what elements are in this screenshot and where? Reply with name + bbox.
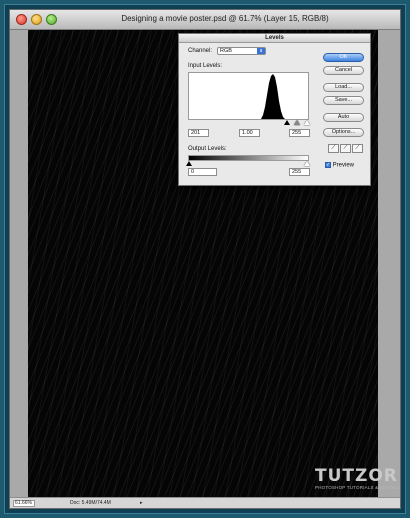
- ok-button[interactable]: OK: [323, 53, 364, 62]
- output-white-field[interactable]: 255: [289, 168, 310, 176]
- input-gamma-field[interactable]: 1.00: [239, 129, 260, 137]
- save-button[interactable]: Save...: [323, 96, 364, 105]
- channel-select-value: RGB: [220, 48, 232, 54]
- zoom-window-button[interactable]: [46, 14, 57, 25]
- auto-button[interactable]: Auto: [323, 113, 364, 122]
- input-levels-label: Input Levels:: [188, 63, 223, 69]
- input-black-field[interactable]: 201: [188, 129, 209, 137]
- window-title: Designing a movie poster.psd @ 61.7% (La…: [121, 14, 329, 23]
- histogram-graph: [261, 74, 285, 119]
- output-levels-slider[interactable]: [186, 161, 310, 167]
- input-white-field[interactable]: 255: [289, 129, 310, 137]
- levels-dialog-title[interactable]: Levels: [179, 34, 370, 43]
- output-levels-label: Output Levels:: [188, 146, 227, 152]
- histogram: [188, 72, 309, 120]
- input-black-point-handle[interactable]: [284, 120, 290, 125]
- channel-select[interactable]: RGB ⬍: [217, 47, 266, 55]
- output-black-point-handle[interactable]: [186, 161, 192, 166]
- black-eyedropper-icon[interactable]: ⟋: [328, 144, 339, 153]
- preview-label: Preview: [332, 162, 355, 169]
- load-button[interactable]: Load...: [323, 83, 364, 92]
- watermark-logo: TUTZOR: [315, 466, 398, 486]
- output-black-field[interactable]: 0: [188, 168, 217, 176]
- channel-label: Channel:: [188, 48, 213, 54]
- select-arrows-icon: ⬍: [257, 48, 265, 54]
- doc-size-info: Doc: 5.49M/74.4M: [70, 500, 111, 506]
- output-white-point-handle[interactable]: [304, 161, 310, 166]
- input-levels-slider[interactable]: [188, 120, 310, 126]
- options-button[interactable]: Options...: [323, 128, 364, 137]
- minimize-window-button[interactable]: [31, 14, 42, 25]
- levels-dialog: Levels Channel: RGB ⬍ Input Levels: 201 …: [178, 33, 371, 186]
- input-white-point-handle[interactable]: [304, 120, 310, 125]
- close-window-button[interactable]: [16, 14, 27, 25]
- watermark: TUTZOR PHOTOSHOP TUTORIALS & BEYOND: [315, 466, 405, 491]
- preview-checkbox[interactable]: ✓: [325, 162, 331, 168]
- cancel-button[interactable]: Cancel: [323, 66, 364, 75]
- window-titlebar[interactable]: Designing a movie poster.psd @ 61.7% (La…: [10, 10, 400, 30]
- gray-eyedropper-icon[interactable]: ⟋: [340, 144, 351, 153]
- status-bar: 61.66% Doc: 5.49M/74.4M ▸: [10, 497, 400, 508]
- input-gamma-handle[interactable]: [294, 120, 300, 125]
- watermark-tagline: PHOTOSHOP TUTORIALS & BEYOND: [315, 485, 401, 490]
- preview-toggle[interactable]: ✓ Preview: [325, 162, 354, 169]
- status-menu-arrow-icon[interactable]: ▸: [140, 500, 143, 506]
- white-eyedropper-icon[interactable]: ⟋: [352, 144, 363, 153]
- zoom-level-field[interactable]: 61.66%: [13, 500, 35, 507]
